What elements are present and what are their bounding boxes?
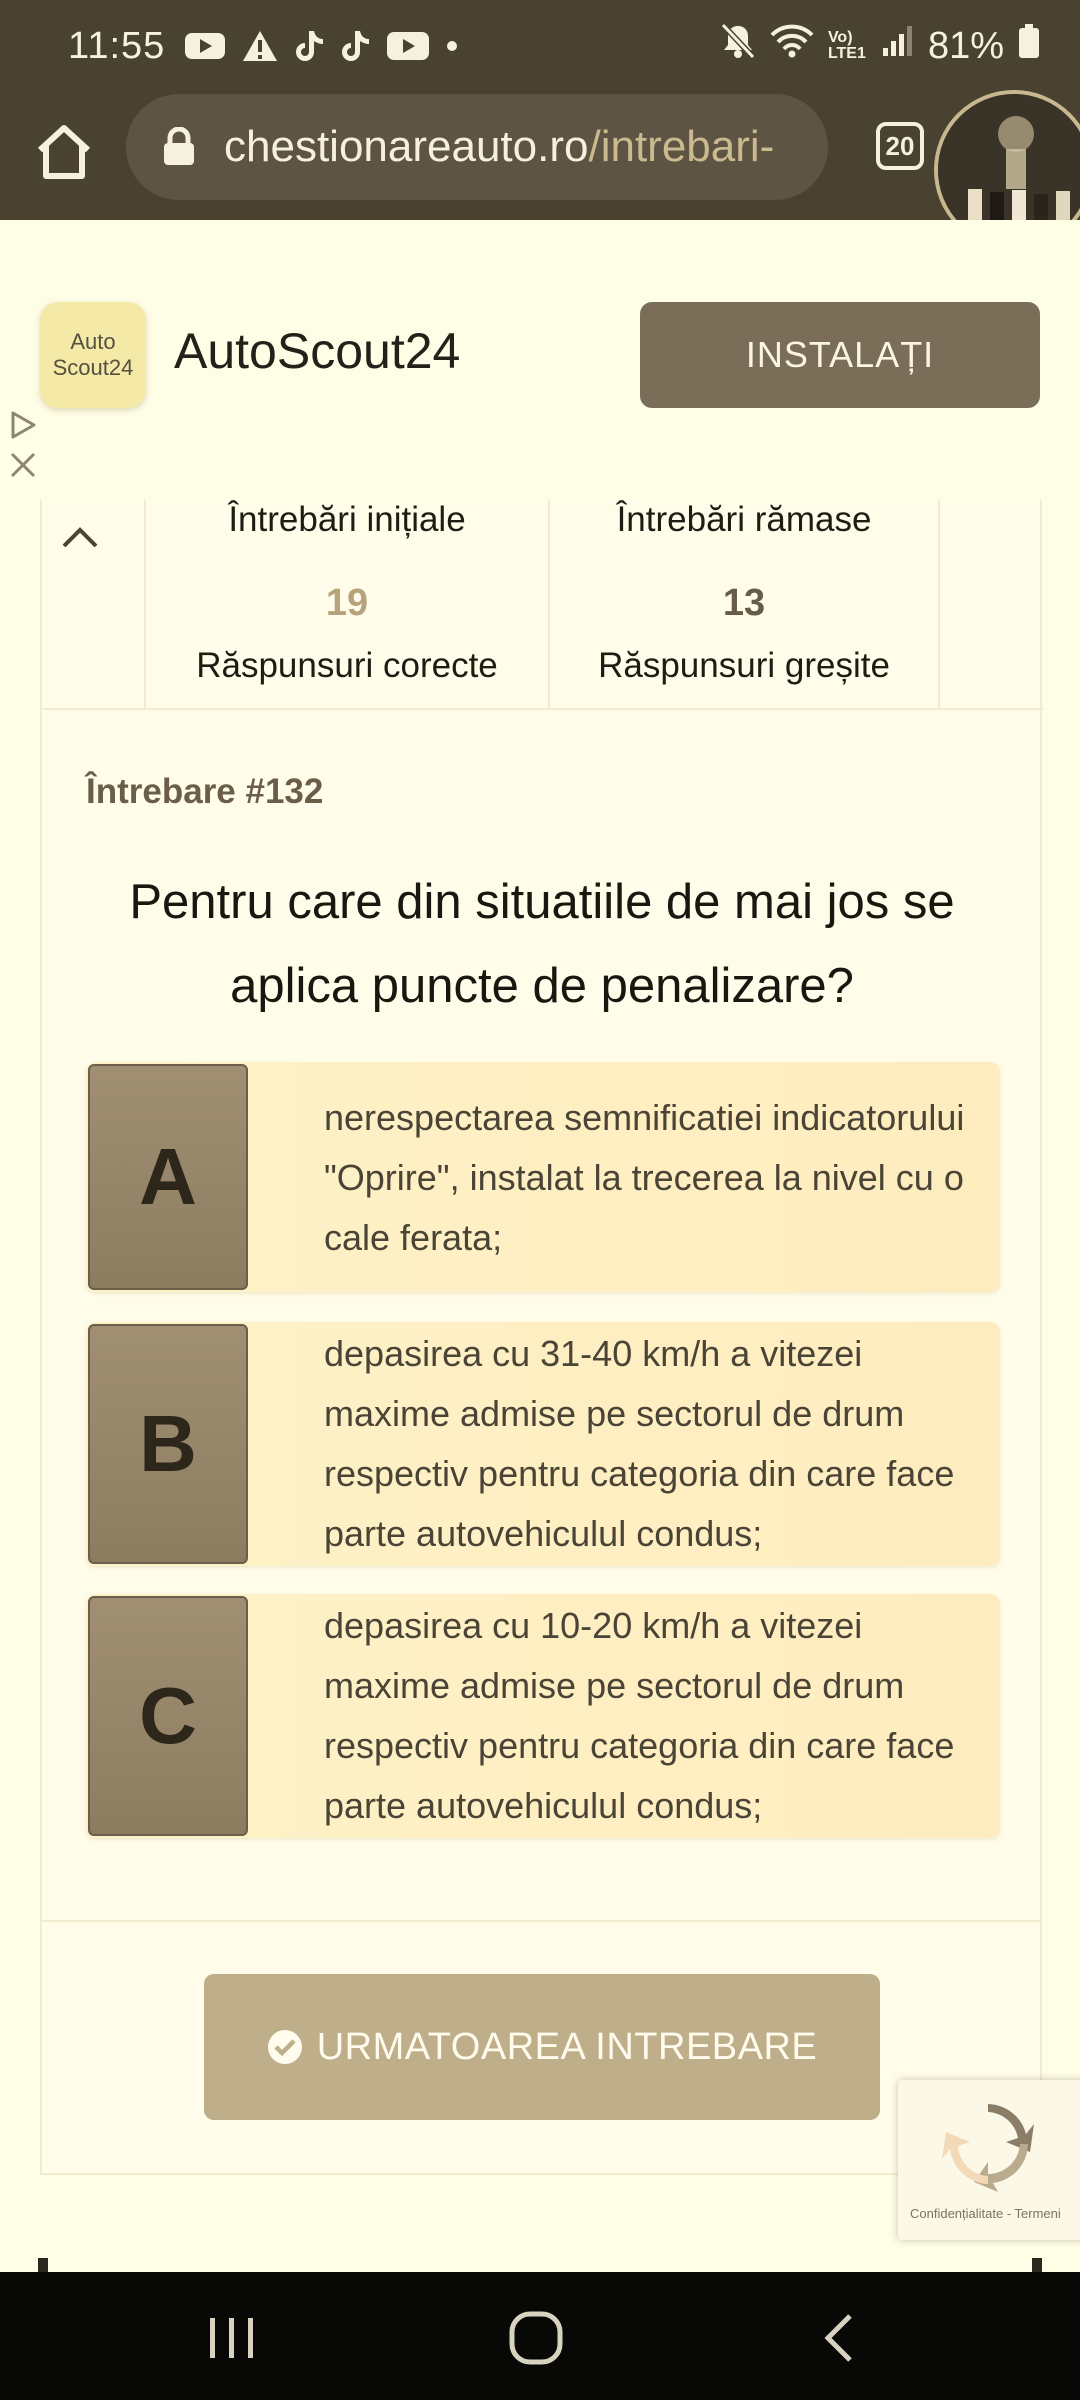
stat-correct: Întrebări inițiale 19 Răspunsuri corecte <box>144 500 548 708</box>
check-circle-icon <box>267 2030 302 2064</box>
network-type-label: Vo) LTE1 <box>827 29 866 62</box>
ad-install-button[interactable]: INSTALAȚI <box>640 302 1040 408</box>
signal-icon <box>882 24 914 68</box>
recents-icon[interactable] <box>206 2316 258 2360</box>
status-bar: 11:55 Vo) LTE1 81% <box>0 0 1080 92</box>
ad-logo-line1: Auto <box>70 329 116 354</box>
answer-option-a[interactable]: A nerespectarea semnificatiei indicatoru… <box>86 1062 1000 1292</box>
ad-close-icon[interactable] <box>8 450 38 480</box>
ad-banner[interactable]: Auto Scout24 AutoScout24 INSTALAȚI <box>0 220 1080 500</box>
home-nav-icon[interactable] <box>508 2310 564 2366</box>
system-nav-bar <box>0 2272 1080 2400</box>
lock-icon <box>164 127 194 165</box>
wifi-icon <box>770 23 814 69</box>
url-text: chestionareauto.ro/intrebari- <box>224 122 774 172</box>
wrong-answers-label: Răspunsuri greșite <box>598 646 890 685</box>
url-path: /intrebari- <box>588 122 775 171</box>
url-host: chestionareauto.ro <box>224 122 589 171</box>
answer-option-b[interactable]: B depasirea cu 31-40 km/h a vitezei maxi… <box>86 1322 1000 1566</box>
youtube-icon <box>387 31 430 61</box>
ad-app-logo: Auto Scout24 <box>40 302 146 408</box>
battery-icon <box>1018 23 1040 69</box>
stat-wrong: Întrebări rămase 13 Răspunsuri greșite <box>548 500 940 708</box>
tab-switcher-button[interactable]: 20 <box>876 122 924 170</box>
next-question-label: URMATOAREA INTREBARE <box>316 2025 818 2068</box>
recaptcha-links[interactable]: Confidențialitate - Termeni <box>910 2206 1061 2221</box>
answer-text: nerespectarea semnificatiei indicatorulu… <box>324 1097 965 1258</box>
recaptcha-icon <box>942 2104 1034 2192</box>
answer-text: depasirea cu 10-20 km/h a vitezei maxime… <box>324 1605 955 1826</box>
home-icon[interactable] <box>36 122 92 182</box>
answer-letter: B <box>88 1324 248 1564</box>
wrong-answers-count: 13 <box>722 582 766 624</box>
correct-answers-label: Răspunsuri corecte <box>196 646 498 685</box>
initial-questions-label: Întrebări inițiale <box>228 500 466 539</box>
warning-icon <box>241 29 279 63</box>
address-bar[interactable]: chestionareauto.ro/intrebari- <box>126 94 828 200</box>
more-notifications-dot-icon <box>445 39 459 53</box>
adchoices-icon[interactable] <box>8 410 38 440</box>
tiktok-icon <box>295 29 325 63</box>
chevron-up-icon[interactable] <box>56 514 104 562</box>
answer-letter: A <box>88 1064 248 1290</box>
battery-percent: 81% <box>927 24 1004 67</box>
question-number: Întrebare #132 <box>86 772 324 811</box>
question-text: Pentru care din situatiile de mai jos se… <box>129 875 955 1013</box>
quiz-card: Întrebări inițiale 19 Răspunsuri corecte… <box>40 500 1044 2175</box>
divider <box>1032 2258 1042 2272</box>
recaptcha-badge[interactable]: Confidențialitate - Termeni <box>898 2080 1080 2240</box>
ad-app-title: AutoScout24 <box>174 323 461 379</box>
tiktok-icon <box>341 29 371 63</box>
ad-logo-line2: Scout24 <box>52 355 134 380</box>
correct-answers-count: 19 <box>325 582 369 624</box>
divider <box>38 2258 48 2272</box>
browser-toolbar: chestionareauto.ro/intrebari- 20 <box>0 90 1080 250</box>
remaining-questions-label: Întrebări rămase <box>616 500 872 539</box>
back-icon[interactable] <box>820 2312 856 2364</box>
answer-text: depasirea cu 31-40 km/h a vitezei maxime… <box>324 1333 955 1554</box>
youtube-icon <box>185 31 226 61</box>
stats-panel: Întrebări inițiale 19 Răspunsuri corecte… <box>42 500 1044 710</box>
notification-icons <box>185 29 459 63</box>
answer-option-c[interactable]: C depasirea cu 10-20 km/h a vitezei maxi… <box>86 1594 1000 1838</box>
next-question-button[interactable]: URMATOAREA INTREBARE <box>204 1974 880 2120</box>
status-time: 11:55 <box>68 24 166 67</box>
divider <box>42 1920 1042 1922</box>
answer-letter: C <box>88 1596 248 1836</box>
mute-icon <box>720 22 756 70</box>
